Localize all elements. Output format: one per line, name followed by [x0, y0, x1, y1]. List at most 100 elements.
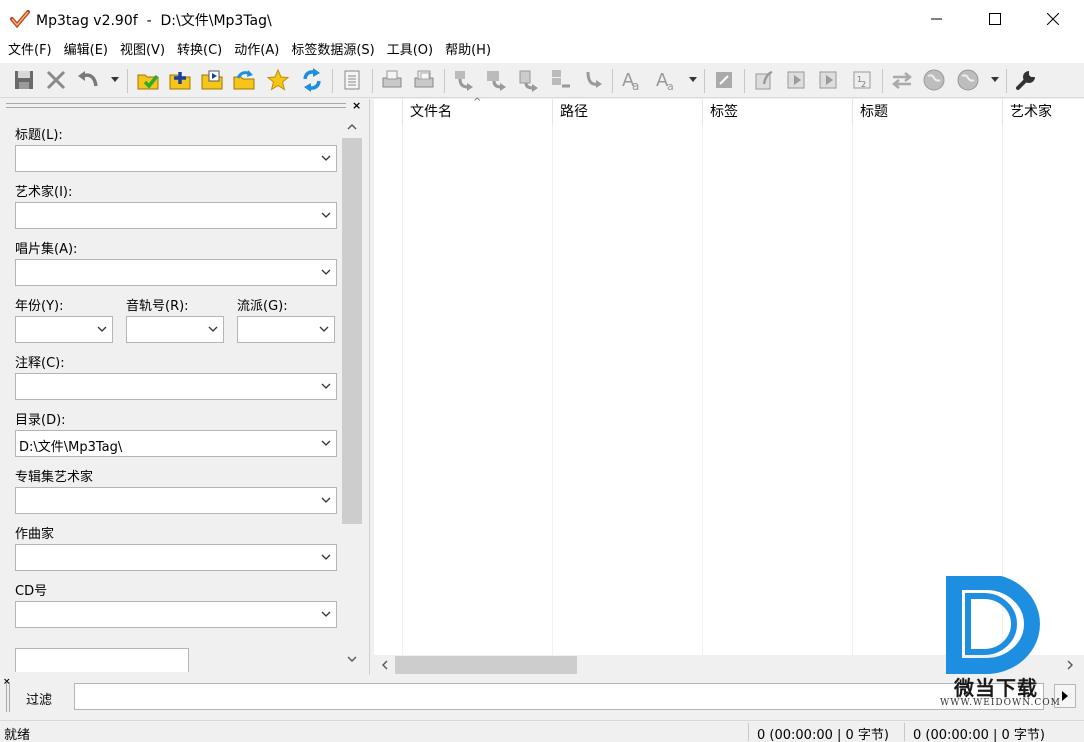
title-label: 标题(L): — [15, 128, 63, 143]
refresh-folder-button[interactable] — [232, 68, 256, 92]
album-artist-combo[interactable] — [15, 487, 337, 514]
panel-grip[interactable] — [6, 103, 346, 108]
title-combo[interactable] — [15, 145, 337, 172]
undo-dropdown[interactable] — [111, 77, 119, 82]
svg-text:a: a — [632, 79, 639, 92]
text-replace-dropdown[interactable] — [689, 77, 697, 82]
scroll-down-button[interactable] — [342, 650, 362, 668]
tag-to-filename-button[interactable] — [452, 68, 476, 92]
web-source-button[interactable] — [922, 68, 946, 92]
menu-tag-sources[interactable]: 标签数据源(S) — [285, 38, 380, 63]
directory-combo[interactable]: D:\文件\Mp3Tag\ — [15, 430, 337, 457]
filename-to-tag-button[interactable] — [484, 68, 508, 92]
text-file-to-tag-button[interactable] — [516, 68, 540, 92]
menu-actions[interactable]: 动作(A) — [228, 38, 285, 63]
reload-button[interactable] — [300, 68, 324, 92]
export-button[interactable] — [380, 68, 404, 92]
filename-to-filename-button[interactable] — [580, 68, 604, 92]
open-folder-button[interactable] — [200, 68, 224, 92]
chevron-down-icon — [208, 326, 218, 332]
menu-edit[interactable]: 编辑(E) — [58, 38, 114, 63]
undo-icon — [78, 71, 98, 87]
cover-art-field[interactable] — [15, 648, 189, 672]
svg-text:a: a — [667, 80, 674, 92]
freedb-button[interactable] — [890, 68, 914, 92]
directory-value: D:\文件\Mp3Tag\ — [19, 440, 123, 455]
track-combo[interactable] — [126, 316, 224, 343]
genre-combo[interactable] — [237, 316, 335, 343]
toolbar-separator — [127, 69, 128, 93]
scroll-up-button[interactable] — [342, 118, 362, 136]
web-source-menu-button[interactable] — [956, 68, 980, 92]
filename-to-filename-icon — [586, 71, 602, 88]
filter-grip[interactable] — [6, 682, 10, 712]
year-combo[interactable] — [15, 316, 113, 343]
maximize-button[interactable] — [966, 0, 1024, 38]
web-source-icon — [923, 69, 945, 91]
web-source-dropdown-icon — [957, 69, 979, 91]
case-conversion-button[interactable]: Aa — [620, 68, 644, 92]
menu-file[interactable]: 文件(F) — [2, 38, 58, 63]
edit-button[interactable] — [712, 68, 736, 92]
list-header: 文件名 ^ 路径 标签 标题 艺术家 — [374, 97, 1084, 125]
minimize-button[interactable] — [908, 0, 966, 38]
favorite-button[interactable] — [266, 68, 290, 92]
chevron-down-icon — [321, 554, 331, 560]
column-divider — [552, 125, 553, 655]
change-directory-button[interactable] — [136, 68, 160, 92]
artist-combo[interactable] — [15, 202, 337, 229]
menu-tools[interactable]: 工具(O) — [381, 38, 439, 63]
menu-view[interactable]: 视图(V) — [114, 38, 171, 63]
chevron-down-icon — [321, 383, 331, 389]
tag-to-tag-button[interactable] — [548, 68, 572, 92]
scroll-left-button[interactable] — [375, 656, 395, 674]
playlist-button[interactable] — [412, 68, 436, 92]
genre-label: 流派(G): — [237, 299, 288, 314]
extended-tags-button[interactable] — [340, 68, 364, 92]
filter-input[interactable] — [74, 683, 1044, 710]
scroll-right-button[interactable] — [1060, 656, 1080, 674]
freedb-icon — [891, 72, 913, 89]
toolbar-separator — [1006, 69, 1007, 93]
remove-tag-button[interactable] — [44, 68, 68, 92]
export-icon — [382, 70, 402, 88]
watermark-text: 微当下载 — [954, 676, 1038, 700]
tag-to-filename-icon — [455, 71, 473, 91]
add-directory-button[interactable] — [168, 68, 192, 92]
change-directory-icon — [137, 74, 159, 90]
autonumber-icon — [755, 70, 773, 90]
export-list-button[interactable] — [816, 68, 840, 92]
text-replace-button[interactable]: Aa — [654, 68, 678, 92]
web-source-dropdown[interactable] — [991, 77, 999, 82]
column-artist[interactable]: 艺术家 — [1002, 99, 1084, 125]
composer-combo[interactable] — [15, 544, 337, 571]
disc-number-label: CD号 — [15, 584, 48, 599]
import-button[interactable] — [784, 68, 808, 92]
close-button[interactable] — [1024, 0, 1082, 38]
column-title[interactable]: 标题 — [852, 99, 1002, 125]
export-list-icon — [819, 71, 837, 89]
numbering-button[interactable]: 12 — [850, 68, 874, 92]
menu-bar: 文件(F) 编辑(E) 视图(V) 转换(C) 动作(A) 标签数据源(S) 工… — [0, 38, 1084, 63]
panel-scrollbar-thumb[interactable] — [342, 138, 362, 524]
panel-close-button[interactable]: × — [352, 99, 361, 112]
play-arrow-icon — [1062, 691, 1068, 701]
chevron-down-icon — [321, 611, 331, 617]
status-bar: 就绪 0 (00:00:00 | 0 字节) 0 (00:00:00 | 0 字… — [0, 720, 1084, 742]
refresh-folder-icon — [233, 70, 255, 90]
undo-button[interactable] — [76, 68, 100, 92]
column-path[interactable]: 路径 — [552, 99, 702, 125]
window-title: Mp3tag v2.90f - D:\文件\Mp3Tag\ — [36, 13, 272, 29]
list-scrollbar-thumb[interactable] — [395, 656, 577, 674]
save-button[interactable] — [12, 68, 36, 92]
column-tag[interactable]: 标签 — [702, 99, 852, 125]
menu-convert[interactable]: 转换(C) — [171, 38, 228, 63]
autonumber-button[interactable] — [752, 68, 776, 92]
text-replace-icon: Aa — [656, 70, 674, 92]
album-combo[interactable] — [15, 259, 337, 286]
options-button[interactable] — [1014, 68, 1038, 92]
menu-help[interactable]: 帮助(H) — [439, 38, 497, 63]
directory-label: 目录(D): — [15, 413, 66, 428]
comment-combo[interactable] — [15, 373, 337, 400]
disc-number-combo[interactable] — [15, 601, 337, 628]
